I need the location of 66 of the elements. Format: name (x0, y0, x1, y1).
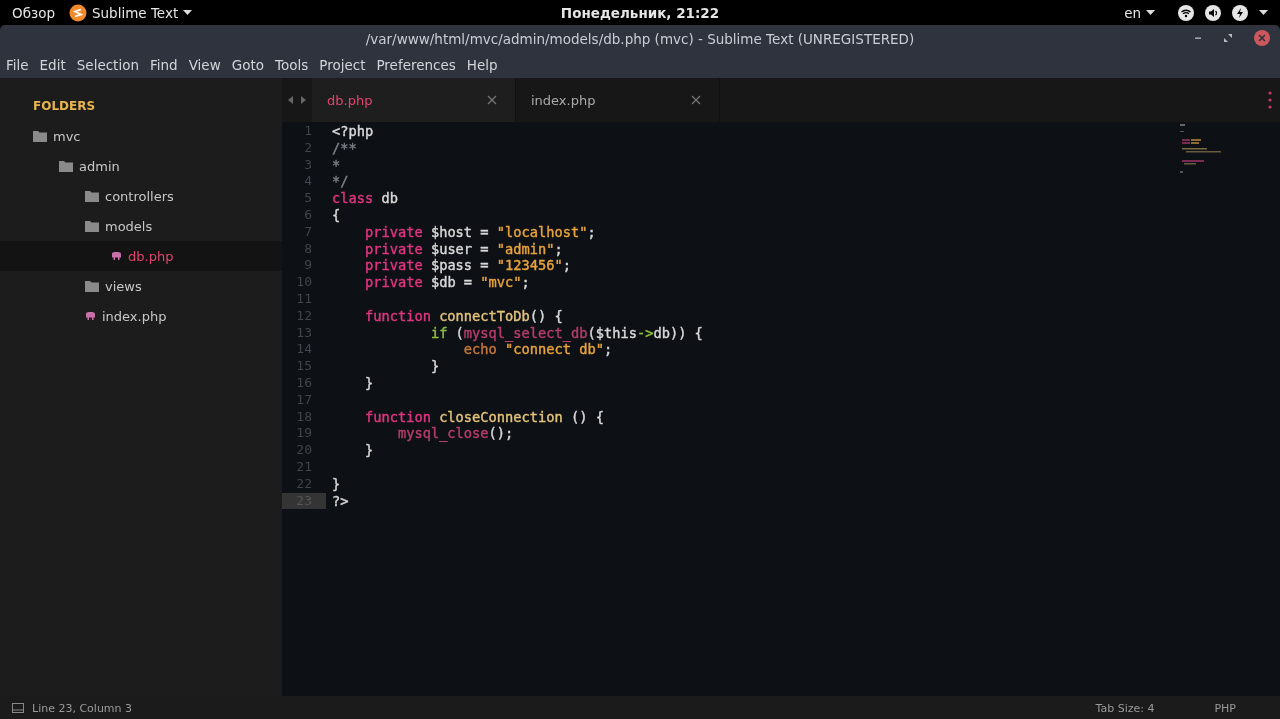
code-line: if (mysql_select_db($this->db)) { (429, 324, 703, 341)
code-line: echo "connect db"; (462, 341, 613, 358)
code-line: function connectToDb() { (363, 307, 563, 324)
power-icon[interactable] (1232, 4, 1248, 21)
tree-item[interactable]: admin (0, 151, 282, 181)
close-icon[interactable] (1254, 30, 1270, 46)
menu-item[interactable]: File (6, 57, 29, 73)
code-line: class db (332, 190, 398, 207)
folder-icon (85, 190, 99, 202)
code-line: { (332, 207, 341, 223)
tree-item[interactable]: db.php (0, 241, 282, 271)
code-line: private $db = "mvc"; (363, 274, 530, 291)
menu-item[interactable]: Selection (76, 57, 139, 73)
code-line: } (429, 358, 440, 375)
close-icon[interactable] (691, 95, 701, 105)
code-line: } (363, 442, 374, 459)
folder-icon (85, 220, 99, 232)
folder-icon (33, 130, 47, 142)
clock[interactable]: Понедельник, 21:22 (560, 4, 720, 21)
tree-item[interactable]: views (0, 271, 282, 301)
folder-icon (85, 280, 99, 292)
app-menu[interactable]: Sublime Text (68, 3, 193, 22)
code-line: /** (332, 139, 357, 156)
tab-size[interactable]: Tab Size: 4 (1095, 701, 1155, 715)
code-line: function closeConnection () { (363, 408, 604, 425)
more-icon[interactable] (1268, 91, 1272, 109)
code-line: private $host = "localhost"; (363, 223, 596, 240)
tab[interactable]: db.php (312, 78, 516, 122)
menu-item[interactable]: Find (149, 57, 178, 73)
code-line: } (332, 475, 341, 492)
activities-button[interactable]: Обзор (12, 4, 55, 21)
tree-item[interactable]: models (0, 211, 282, 241)
panel-toggle-icon[interactable] (12, 703, 24, 713)
cursor-position: Line 23, Column 3 (32, 701, 133, 715)
restore-icon[interactable] (1224, 34, 1232, 42)
code-line: } (363, 374, 374, 391)
code-line: private $user = "admin"; (363, 240, 563, 257)
tree-item[interactable]: mvc (0, 121, 282, 151)
syntax-mode[interactable]: PHP (1214, 701, 1236, 715)
close-icon[interactable] (487, 95, 497, 105)
menu-item[interactable]: Edit (39, 57, 66, 73)
tree-item[interactable]: controllers (0, 181, 282, 211)
caret-icon (1146, 10, 1155, 15)
menu-item[interactable]: Project (319, 57, 366, 73)
folder-icon (59, 160, 73, 172)
language-menu[interactable]: en (1124, 4, 1155, 21)
code-line: * (332, 156, 341, 173)
menu-item[interactable]: View (188, 57, 221, 73)
code-line: mysql_close(); (396, 425, 514, 442)
window-title: /var/www/html/mvc/admin/models/db.php (mvc) - Sublime Text (UNREGISTERED) (365, 30, 915, 47)
menu-item[interactable]: Goto (231, 57, 264, 73)
menu-item[interactable]: Help (466, 57, 498, 73)
code-line: private $pass = "123456"; (363, 257, 571, 274)
caret-icon[interactable] (1259, 10, 1268, 15)
code-line: */ (332, 173, 349, 190)
caret-icon (183, 10, 193, 15)
tree-item[interactable]: index.php (0, 301, 282, 331)
code-line: ?> (332, 492, 349, 509)
menu-item[interactable]: Preferences (376, 57, 456, 73)
tab[interactable]: index.php (516, 78, 720, 122)
app-logo-icon (68, 3, 87, 22)
code-line: <?php (332, 123, 374, 139)
folders-heading: FOLDERS (32, 98, 97, 115)
volume-icon[interactable] (1205, 4, 1221, 21)
menu-item[interactable]: Tools (274, 57, 309, 73)
wifi-icon[interactable] (1178, 4, 1194, 21)
